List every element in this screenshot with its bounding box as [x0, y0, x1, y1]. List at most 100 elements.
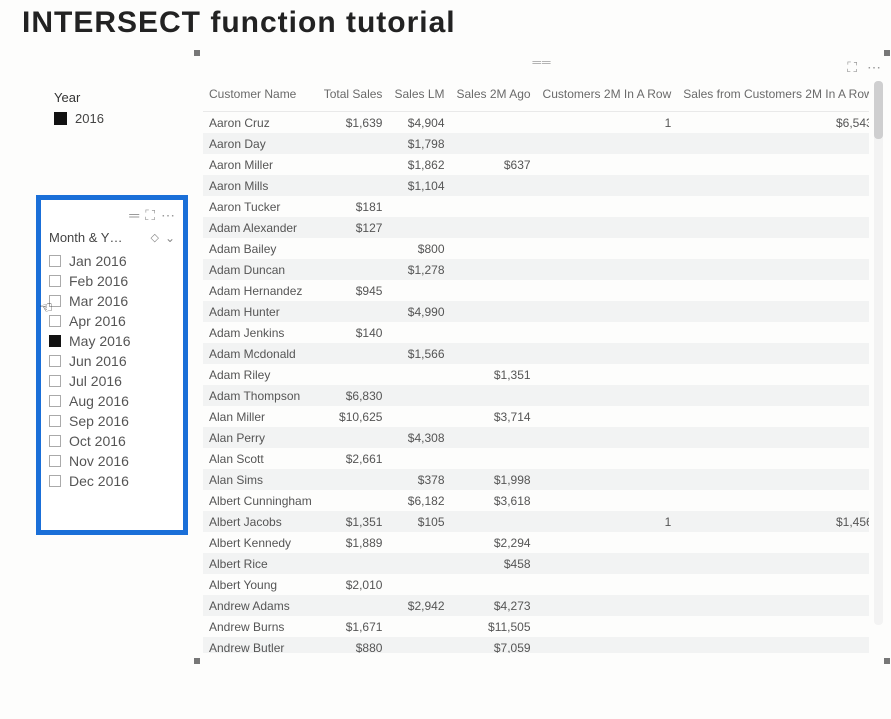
table-row[interactable]: Adam Thompson$6,830	[203, 385, 869, 406]
month-item[interactable]: Mar 2016	[47, 291, 177, 311]
year-slicer-title: Year	[54, 90, 164, 105]
checkbox-icon[interactable]	[49, 435, 61, 447]
col-sales-2m-ago[interactable]: Sales 2M Ago	[451, 81, 537, 112]
table-cell	[677, 616, 869, 637]
slicer-field-name: Month & Y…	[49, 230, 122, 245]
year-slicer-item[interactable]: 2016	[54, 111, 164, 126]
table-cell	[451, 217, 537, 238]
table-row[interactable]: Albert Cunningham$6,182$3,618	[203, 490, 869, 511]
table-row[interactable]: Alan Scott$2,661	[203, 448, 869, 469]
month-item-label: Jun 2016	[69, 353, 127, 369]
table-header-row: Customer Name Total Sales Sales LM Sales…	[203, 81, 869, 112]
checkbox-icon[interactable]	[49, 455, 61, 467]
month-item[interactable]: Oct 2016	[47, 431, 177, 451]
col-customer-name[interactable]: Customer Name	[203, 81, 318, 112]
resize-handle-icon[interactable]	[884, 50, 890, 56]
scrollbar-thumb[interactable]	[874, 81, 883, 139]
table-row[interactable]: Aaron Day$1,798	[203, 133, 869, 154]
table-row[interactable]: Adam Riley$1,351	[203, 364, 869, 385]
table-cell	[451, 280, 537, 301]
table-cell: $3,714	[451, 406, 537, 427]
checkbox-icon[interactable]	[49, 275, 61, 287]
table-cell: Albert Young	[203, 574, 318, 595]
table-row[interactable]: Aaron Cruz$1,639$4,9041$6,543	[203, 112, 869, 134]
chevron-down-icon[interactable]: ⌄	[165, 231, 175, 245]
table-row[interactable]: Adam Hunter$4,990	[203, 301, 869, 322]
focus-mode-icon[interactable]: ⛶	[145, 207, 155, 224]
vertical-scrollbar[interactable]	[874, 81, 883, 625]
more-options-icon[interactable]: ⋯	[161, 207, 175, 224]
table-cell	[388, 364, 450, 385]
year-slicer[interactable]: Year 2016	[54, 90, 164, 126]
checkbox-icon[interactable]	[49, 395, 61, 407]
month-item[interactable]: Aug 2016	[47, 391, 177, 411]
table-row[interactable]: Adam Duncan$1,278	[203, 259, 869, 280]
resize-handle-icon[interactable]	[194, 50, 200, 56]
table-cell	[388, 322, 450, 343]
month-item[interactable]: Jan 2016	[47, 251, 177, 271]
table-row[interactable]: Andrew Burns$1,671$11,505	[203, 616, 869, 637]
table-cell	[451, 574, 537, 595]
table-cell	[388, 406, 450, 427]
data-table: Customer Name Total Sales Sales LM Sales…	[203, 81, 869, 653]
col-total-sales[interactable]: Total Sales	[318, 81, 389, 112]
checkbox-icon[interactable]	[49, 415, 61, 427]
table-cell: $378	[388, 469, 450, 490]
table-row[interactable]: Albert Kennedy$1,889$2,294	[203, 532, 869, 553]
table-cell: $6,543	[677, 112, 869, 134]
table-row[interactable]: Albert Young$2,010	[203, 574, 869, 595]
clear-selection-icon[interactable]: ◇	[150, 231, 158, 244]
drag-grip-icon[interactable]: ══	[532, 55, 551, 69]
table-visual[interactable]: ══ ⛶ ⋯ Customer Name Total Sales Sales L…	[196, 52, 888, 662]
page-title: INTERSECT function tutorial	[22, 6, 875, 40]
month-item[interactable]: May 2016	[47, 331, 177, 351]
month-item[interactable]: Jun 2016	[47, 351, 177, 371]
month-item[interactable]: Jul 2016	[47, 371, 177, 391]
resize-handle-icon[interactable]	[884, 658, 890, 664]
month-item[interactable]: Feb 2016	[47, 271, 177, 291]
col-sales-from-2m[interactable]: Sales from Customers 2M In A Row	[677, 81, 869, 112]
table-row[interactable]: Aaron Tucker$181	[203, 196, 869, 217]
table-cell	[537, 175, 678, 196]
resize-handle-icon[interactable]	[194, 658, 200, 664]
table-row[interactable]: Adam Mcdonald$1,566	[203, 343, 869, 364]
checkbox-icon[interactable]	[49, 335, 61, 347]
month-slicer[interactable]: ═ ⛶ ⋯ Month & Y… ◇ ⌄ Jan 2016Feb 2016Mar…	[36, 195, 188, 535]
month-item[interactable]: Apr 2016	[47, 311, 177, 331]
table-row[interactable]: Alan Perry$4,308	[203, 427, 869, 448]
table-row[interactable]: Alan Sims$378$1,998	[203, 469, 869, 490]
table-row[interactable]: Albert Jacobs$1,351$1051$1,456	[203, 511, 869, 532]
more-options-icon[interactable]: ⋯	[867, 59, 881, 76]
table-cell: $1,798	[388, 133, 450, 154]
table-cell: Andrew Butler	[203, 637, 318, 653]
table-row[interactable]: Albert Rice$458	[203, 553, 869, 574]
col-sales-lm[interactable]: Sales LM	[388, 81, 450, 112]
table-row[interactable]: Aaron Miller$1,862$637	[203, 154, 869, 175]
table-cell	[677, 490, 869, 511]
month-item-label: Dec 2016	[69, 473, 129, 489]
checkbox-icon[interactable]	[49, 255, 61, 267]
focus-mode-icon[interactable]: ⛶	[847, 59, 857, 76]
table-row[interactable]: Andrew Butler$880$7,059	[203, 637, 869, 653]
checkbox-icon[interactable]	[49, 475, 61, 487]
month-item[interactable]: Sep 2016	[47, 411, 177, 431]
grip-icon[interactable]: ═	[129, 207, 139, 223]
table-row[interactable]: Alan Miller$10,625$3,714	[203, 406, 869, 427]
table-row[interactable]: Aaron Mills$1,104	[203, 175, 869, 196]
col-customers-2m[interactable]: Customers 2M In A Row	[537, 81, 678, 112]
table-cell: Alan Scott	[203, 448, 318, 469]
month-item[interactable]: Dec 2016	[47, 471, 177, 491]
table-cell	[677, 259, 869, 280]
table-cell	[537, 322, 678, 343]
table-row[interactable]: Adam Jenkins$140	[203, 322, 869, 343]
table-row[interactable]: Adam Bailey$800	[203, 238, 869, 259]
table-cell: $1,351	[451, 364, 537, 385]
table-row[interactable]: Adam Hernandez$945	[203, 280, 869, 301]
checkbox-icon[interactable]	[49, 375, 61, 387]
checkbox-icon[interactable]	[49, 355, 61, 367]
table-cell	[677, 280, 869, 301]
table-row[interactable]: Andrew Adams$2,942$4,273	[203, 595, 869, 616]
table-row[interactable]: Adam Alexander$127	[203, 217, 869, 238]
month-item[interactable]: Nov 2016	[47, 451, 177, 471]
table-cell: $3,618	[451, 490, 537, 511]
